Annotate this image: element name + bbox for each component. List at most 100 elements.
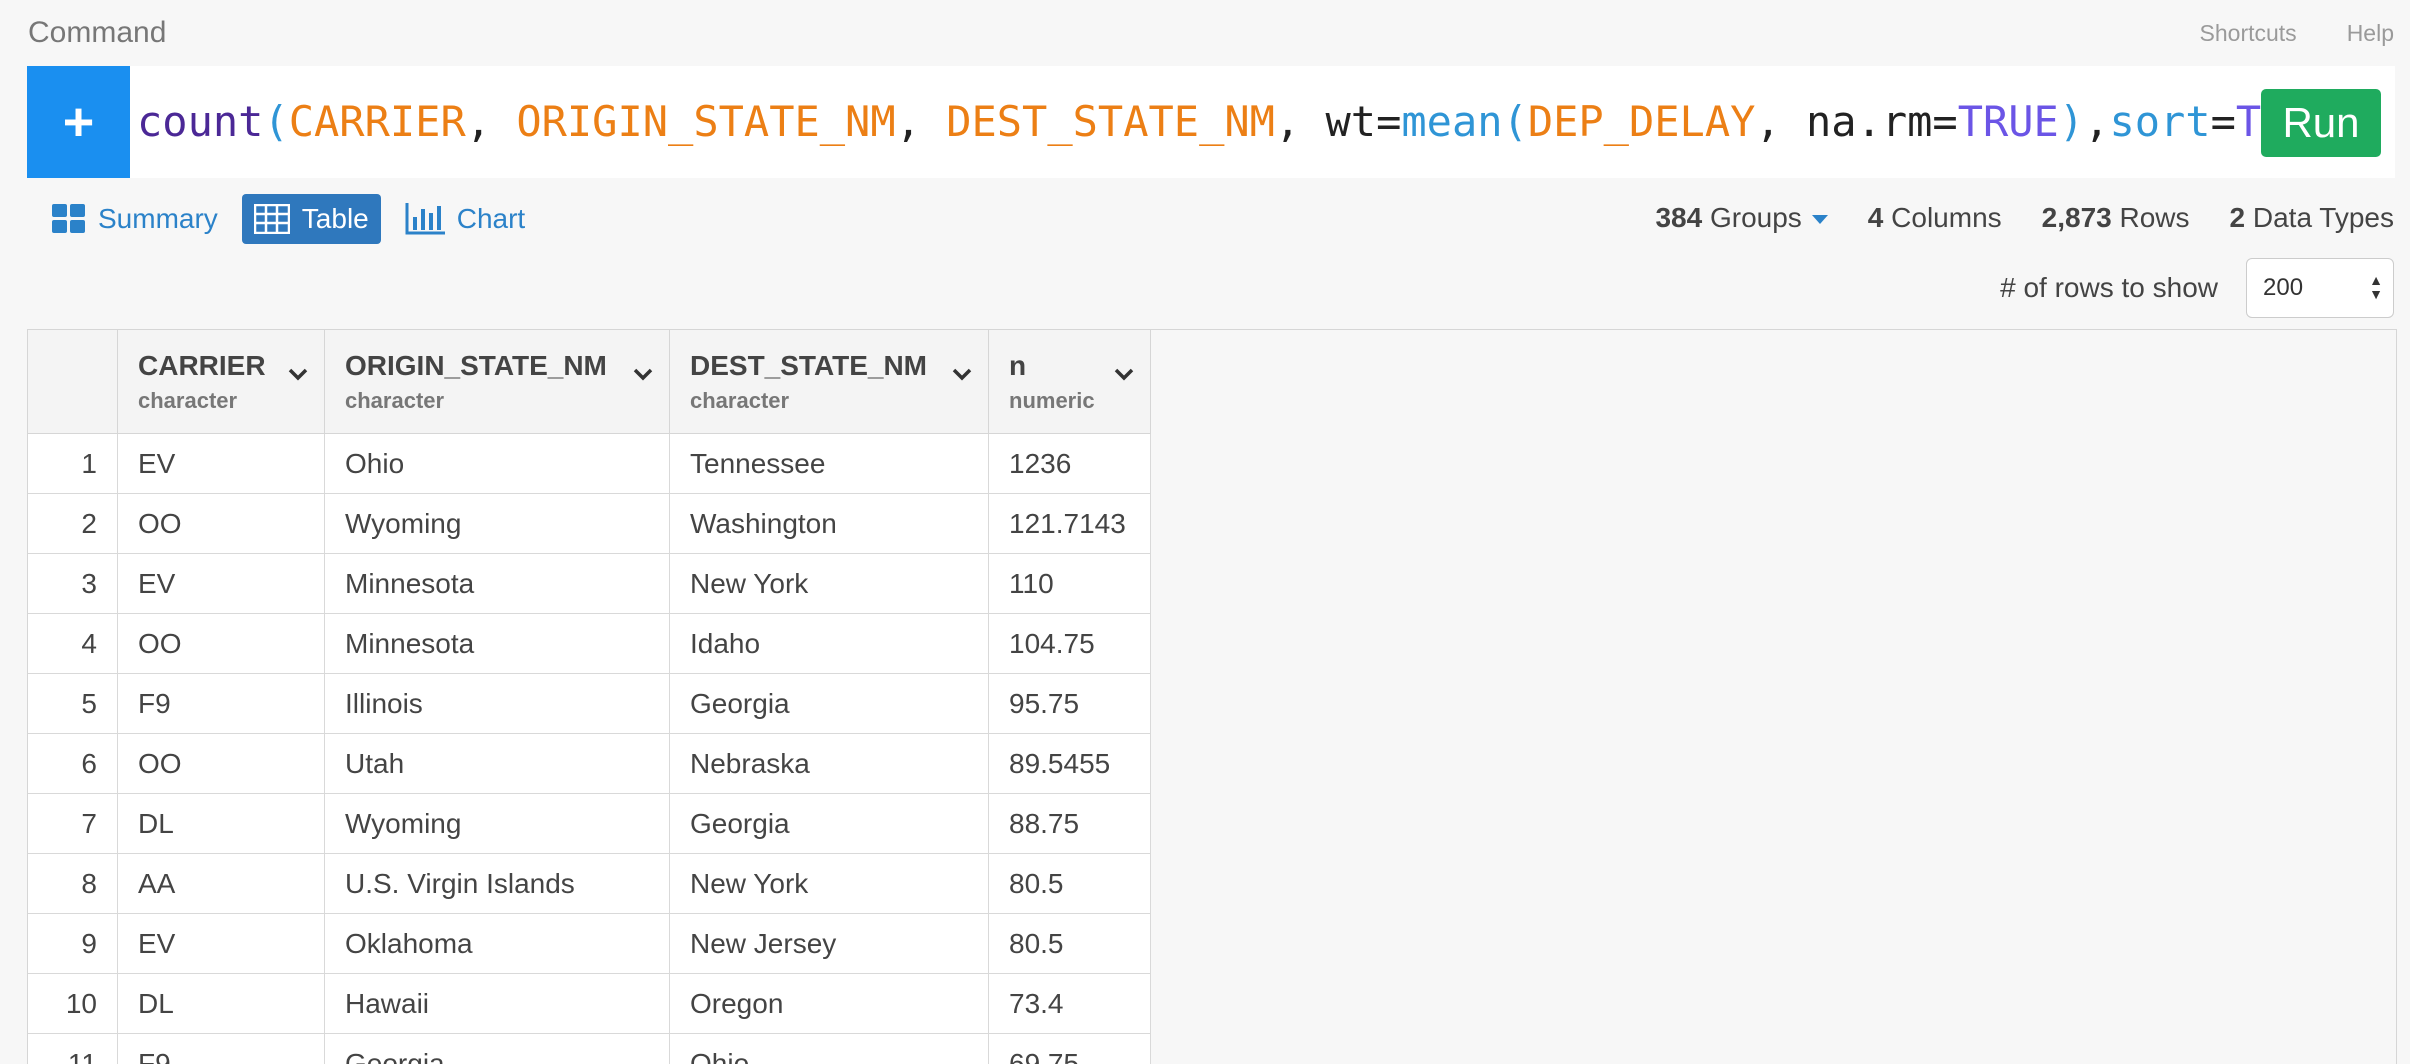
row-number[interactable]: 6 xyxy=(28,733,118,794)
types-label: Data Types xyxy=(2252,202,2394,233)
table-row: 5 F9 Illinois Georgia 95.75 xyxy=(28,673,1151,734)
n-cell[interactable]: 1236 xyxy=(988,433,1151,494)
command-bar: + count(CARRIER, ORIGIN_STATE_NM, DEST_S… xyxy=(27,66,2395,178)
app-window: Command Shortcuts Help + count(CARRIER, … xyxy=(0,0,2410,1064)
table-row: 9 EV Oklahoma New Jersey 80.5 xyxy=(28,913,1151,974)
dest-state-cell[interactable]: Georgia xyxy=(669,673,989,734)
dest-state-cell[interactable]: Washington xyxy=(669,493,989,554)
table-row: 10 DL Hawaii Oregon 73.4 xyxy=(28,973,1151,1034)
carrier-cell[interactable]: OO xyxy=(117,613,325,674)
origin-state-cell[interactable]: Georgia xyxy=(324,1033,670,1064)
dest-state-cell[interactable]: Nebraska xyxy=(669,733,989,794)
columns-label: Columns xyxy=(1891,202,2002,233)
n-cell[interactable]: 121.7143 xyxy=(988,493,1151,554)
column-header[interactable]: n numeric xyxy=(988,330,1151,434)
code-token: DEP_DELAY xyxy=(1527,97,1756,146)
dest-state-cell[interactable]: Ohio xyxy=(669,1033,989,1064)
n-cell[interactable]: 88.75 xyxy=(988,793,1151,854)
row-number[interactable]: 9 xyxy=(28,913,118,974)
code-token: ) xyxy=(2058,97,2085,146)
row-number[interactable]: 7 xyxy=(28,793,118,854)
row-number[interactable]: 11 xyxy=(28,1033,118,1064)
tab-chart[interactable]: Chart xyxy=(393,194,537,244)
n-cell[interactable]: 110 xyxy=(988,553,1151,614)
code-token: CARRIER xyxy=(288,97,466,146)
dest-state-cell[interactable]: New Jersey xyxy=(669,913,989,974)
n-cell[interactable]: 73.4 xyxy=(988,973,1151,1034)
groups-dropdown[interactable]: 384 Groups xyxy=(1655,202,1828,234)
carrier-cell[interactable]: OO xyxy=(117,493,325,554)
row-number[interactable]: 10 xyxy=(28,973,118,1034)
row-number[interactable]: 1 xyxy=(28,433,118,494)
column-name: CARRIER xyxy=(138,350,266,381)
dest-state-cell[interactable]: Georgia xyxy=(669,793,989,854)
origin-state-cell[interactable]: Illinois xyxy=(324,673,670,734)
n-cell[interactable]: 80.5 xyxy=(988,853,1151,914)
table-row: 8 AA U.S. Virgin Islands New York 80.5 xyxy=(28,853,1151,914)
chevron-down-icon[interactable] xyxy=(952,356,972,388)
origin-state-cell[interactable]: Wyoming xyxy=(324,493,670,554)
chevron-down-icon[interactable] xyxy=(1114,356,1134,388)
n-cell[interactable]: 95.75 xyxy=(988,673,1151,734)
code-token: ( xyxy=(263,97,289,146)
dest-state-cell[interactable]: Tennessee xyxy=(669,433,989,494)
page-title: Command xyxy=(28,16,167,49)
tab-table[interactable]: Table xyxy=(241,194,381,244)
carrier-cell[interactable]: EV xyxy=(117,913,325,974)
origin-state-cell[interactable]: Oklahoma xyxy=(324,913,670,974)
carrier-cell[interactable]: OO xyxy=(117,733,325,794)
dest-state-cell[interactable]: Oregon xyxy=(669,973,989,1034)
carrier-cell[interactable]: F9 xyxy=(117,1033,325,1064)
dest-state-cell[interactable]: New York xyxy=(669,853,989,914)
origin-state-cell[interactable]: Utah xyxy=(324,733,670,794)
run-button[interactable]: Run xyxy=(2261,89,2381,157)
row-number[interactable]: 4 xyxy=(28,613,118,674)
row-number[interactable]: 3 xyxy=(28,553,118,614)
origin-state-cell[interactable]: Ohio xyxy=(324,433,670,494)
origin-state-cell[interactable]: Minnesota xyxy=(324,613,670,674)
table-row: 6 OO Utah Nebraska 89.5455 xyxy=(28,733,1151,794)
rows-to-show-control: # of rows to show 200 ▲ ▼ xyxy=(2000,258,2394,318)
carrier-cell[interactable]: F9 xyxy=(117,673,325,734)
dest-state-cell[interactable]: New York xyxy=(669,553,989,614)
chevron-down-icon[interactable] xyxy=(633,356,653,388)
column-header[interactable]: DEST_STATE_NM character xyxy=(669,330,989,434)
column-header[interactable]: CARRIER character xyxy=(117,330,325,434)
carrier-cell[interactable]: EV xyxy=(117,553,325,614)
table-header-row: CARRIER character ORIGIN_STATE_NM charac… xyxy=(28,330,1151,434)
column-type: character xyxy=(345,388,445,413)
table-icon xyxy=(253,204,290,234)
origin-state-cell[interactable]: U.S. Virgin Islands xyxy=(324,853,670,914)
shortcuts-link[interactable]: Shortcuts xyxy=(2200,20,2297,47)
tab-summary[interactable]: Summary xyxy=(40,194,230,244)
origin-state-cell[interactable]: Wyoming xyxy=(324,793,670,854)
command-editor[interactable]: count(CARRIER, ORIGIN_STATE_NM, DEST_STA… xyxy=(137,66,2287,178)
n-cell[interactable]: 104.75 xyxy=(988,613,1151,674)
origin-state-cell[interactable]: Minnesota xyxy=(324,553,670,614)
row-number[interactable]: 5 xyxy=(28,673,118,734)
column-header[interactable]: ORIGIN_STATE_NM character xyxy=(324,330,670,434)
table-row: 3 EV Minnesota New York 110 xyxy=(28,553,1151,614)
dest-state-cell[interactable]: Idaho xyxy=(669,613,989,674)
n-cell[interactable]: 89.5455 xyxy=(988,733,1151,794)
rows-to-show-select[interactable]: 200 ▲ ▼ xyxy=(2246,258,2394,318)
origin-state-cell[interactable]: Hawaii xyxy=(324,973,670,1034)
help-link[interactable]: Help xyxy=(2347,20,2394,47)
chevron-down-icon[interactable] xyxy=(288,356,308,388)
row-number-header xyxy=(28,330,118,434)
carrier-cell[interactable]: EV xyxy=(117,433,325,494)
row-number[interactable]: 8 xyxy=(28,853,118,914)
carrier-cell[interactable]: DL xyxy=(117,973,325,1034)
table-row: 4 OO Minnesota Idaho 104.75 xyxy=(28,613,1151,674)
column-type: character xyxy=(138,388,238,413)
carrier-cell[interactable]: DL xyxy=(117,793,325,854)
carrier-cell[interactable]: AA xyxy=(117,853,325,914)
n-cell[interactable]: 80.5 xyxy=(988,913,1151,974)
table-row: 7 DL Wyoming Georgia 88.75 xyxy=(28,793,1151,854)
data-types-stat: 2 Data Types xyxy=(2230,202,2394,234)
add-command-button[interactable]: + xyxy=(27,66,130,178)
column-type: numeric xyxy=(1009,388,1095,413)
table-row: 1 EV Ohio Tennessee 1236 xyxy=(28,433,1151,494)
row-number[interactable]: 2 xyxy=(28,493,118,554)
n-cell[interactable]: 69.75 xyxy=(988,1033,1151,1064)
